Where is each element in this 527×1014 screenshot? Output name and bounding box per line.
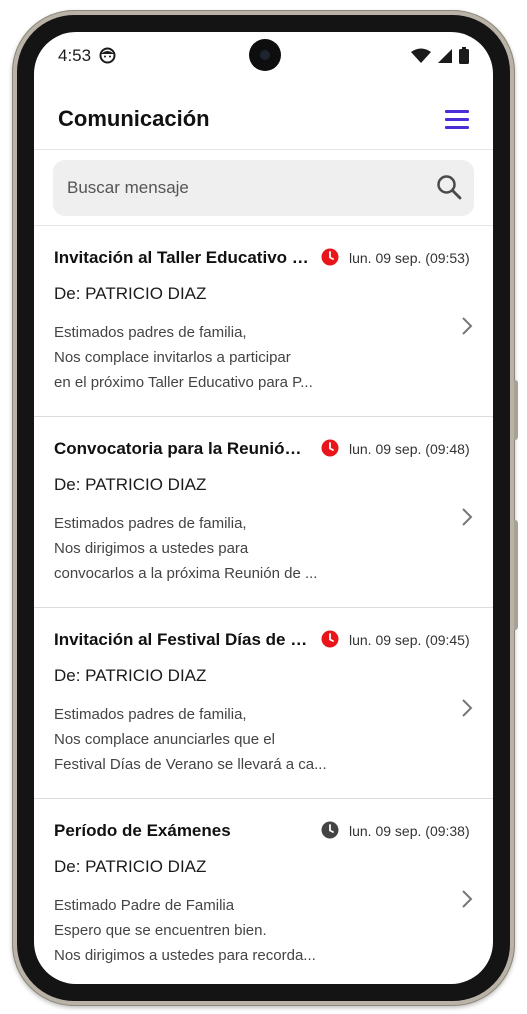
- message-subject: Invitación al Taller Educativo para Padr…: [54, 248, 309, 267]
- page-title: Comunicación: [58, 106, 210, 131]
- preview-line: Estimados padres de familia,: [54, 706, 247, 723]
- message-subject: Período de Exámenes: [54, 821, 231, 840]
- message-list: Invitación al Taller Educativo para Padr…: [34, 226, 493, 984]
- chevron-right-icon: [461, 698, 473, 723]
- clock-gray-icon: [321, 821, 339, 844]
- signal-icon: [438, 48, 452, 63]
- preview-line: Espero que se encuentren bien.: [54, 922, 267, 939]
- message-sender: De: PATRICIO DIAZ: [54, 857, 207, 876]
- face-notification-icon: [99, 47, 116, 69]
- message-preview: Estimados padres de familia, Nos complac…: [54, 702, 344, 777]
- message-date: lun. 09 sep. (09:45): [349, 632, 470, 648]
- preview-line: Nos complace anunciarles que el: [54, 731, 275, 748]
- clock-red-icon: [321, 439, 339, 462]
- message-preview: Estimados padres de familia, Nos dirigim…: [54, 511, 344, 586]
- chevron-right-icon: [461, 889, 473, 914]
- message-preview: Estimados padres de familia, Nos complac…: [54, 320, 344, 395]
- message-item[interactable]: Convocatoria para la Reunión de Padres l…: [34, 417, 493, 608]
- chevron-right-icon: [461, 507, 473, 532]
- preview-line: Nos complace invitarlos a participar: [54, 349, 291, 366]
- wifi-icon: [411, 48, 431, 63]
- message-subject: Invitación al Festival Días de Verano: [54, 630, 309, 649]
- message-preview: Estimado Padre de Familia Espero que se …: [54, 893, 344, 968]
- message-date: lun. 09 sep. (09:48): [349, 441, 470, 457]
- status-bar: 4:53: [34, 32, 493, 82]
- status-time: 4:53: [58, 46, 92, 65]
- status-icons: [411, 47, 469, 64]
- search-bar: [53, 160, 474, 216]
- front-camera: [249, 39, 281, 71]
- message-sender: De: PATRICIO DIAZ: [54, 475, 207, 494]
- phone-frame: 4:53 Comunicación Buscar mensaje Invitac…: [12, 10, 518, 1006]
- volume-button: [514, 380, 518, 440]
- search-icon[interactable]: [436, 174, 462, 205]
- preview-line: Festival Días de Verano se llevará a ca.…: [54, 756, 327, 773]
- preview-line: en el próximo Taller Educativo para P...: [54, 374, 313, 391]
- message-item[interactable]: Invitación al Festival Días de Verano lu…: [34, 608, 493, 799]
- message-sender: De: PATRICIO DIAZ: [54, 666, 207, 685]
- menu-button[interactable]: [445, 110, 469, 132]
- message-date: lun. 09 sep. (09:53): [349, 250, 470, 266]
- message-item[interactable]: Período de Exámenes lun. 09 sep. (09:38)…: [34, 799, 493, 984]
- clock-red-icon: [321, 248, 339, 271]
- menu-icon: [445, 110, 469, 113]
- preview-line: Estimado Padre de Familia: [54, 897, 235, 914]
- message-sender: De: PATRICIO DIAZ: [54, 284, 207, 303]
- chevron-right-icon: [461, 316, 473, 341]
- preview-line: convocarlos a la próxima Reunión de ...: [54, 565, 318, 582]
- message-date: lun. 09 sep. (09:38): [349, 823, 470, 839]
- preview-line: Estimados padres de familia,: [54, 515, 247, 532]
- screen: 4:53 Comunicación Buscar mensaje Invitac…: [34, 32, 493, 984]
- preview-line: Estimados padres de familia,: [54, 324, 247, 341]
- message-subject: Convocatoria para la Reunión de Padres: [54, 439, 309, 458]
- search-input[interactable]: [67, 160, 427, 216]
- power-button: [514, 520, 518, 630]
- app-header: Comunicación: [34, 92, 493, 150]
- battery-icon: [459, 47, 469, 64]
- preview-line: Nos dirigimos a ustedes para recorda...: [54, 947, 316, 964]
- preview-line: Nos dirigimos a ustedes para: [54, 540, 249, 557]
- message-item[interactable]: Invitación al Taller Educativo para Padr…: [34, 226, 493, 417]
- clock-red-icon: [321, 630, 339, 653]
